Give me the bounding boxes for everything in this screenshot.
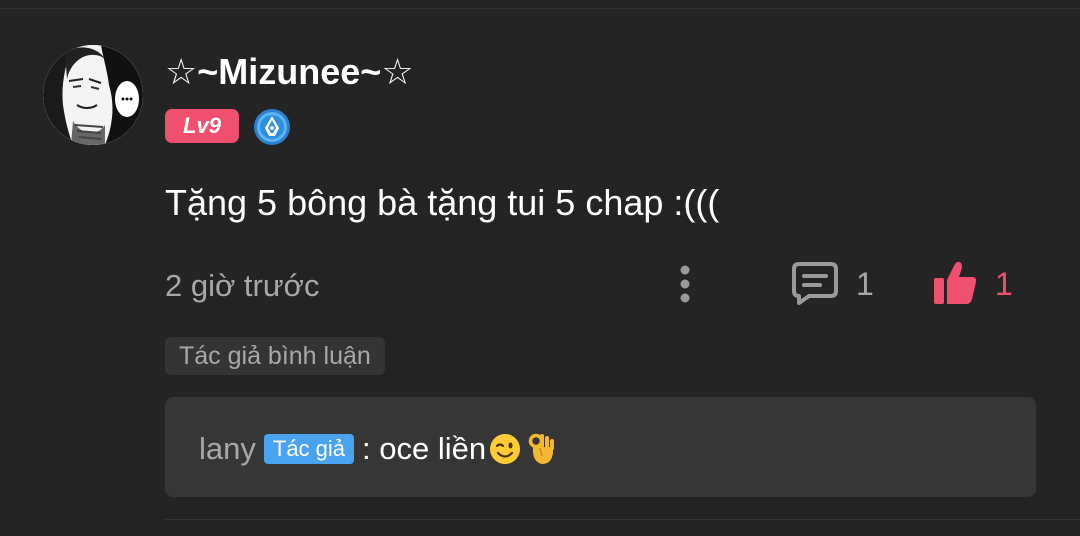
- reply-count: 1: [856, 266, 874, 302]
- top-divider: [0, 8, 1080, 9]
- reply-author[interactable]: lany: [199, 431, 256, 467]
- pen-nib-badge-icon: [253, 108, 291, 146]
- avatar-image: [43, 45, 143, 145]
- level-badge: Lv9: [165, 109, 239, 143]
- timestamp: 2 giờ trước: [165, 268, 320, 303]
- thumbs-up-icon: [934, 261, 977, 304]
- bottom-divider: [165, 519, 1080, 520]
- reply-line: lany Tác giả : oce liền: [199, 427, 558, 471]
- reply-button[interactable]: 1: [790, 258, 890, 308]
- reply-preview[interactable]: lany Tác giả : oce liền: [165, 397, 1036, 497]
- comment-icon: [792, 262, 838, 305]
- ok-hand-icon: [524, 432, 558, 466]
- author-comment-tag: Tác giả bình luận: [165, 337, 385, 375]
- winking-face-icon: [488, 432, 522, 466]
- avatar[interactable]: [43, 45, 143, 145]
- comment-text: Tặng 5 bông bà tặng tui 5 chap :(((: [165, 182, 720, 223]
- like-count: 1: [995, 266, 1013, 302]
- username[interactable]: ☆~Mizunee~☆: [165, 50, 414, 94]
- more-vertical-icon: [680, 265, 690, 303]
- more-options-button[interactable]: [670, 262, 700, 306]
- author-badge: Tác giả: [263, 434, 355, 464]
- like-button[interactable]: 1: [930, 258, 1030, 308]
- reply-text: : oce liền: [362, 431, 487, 466]
